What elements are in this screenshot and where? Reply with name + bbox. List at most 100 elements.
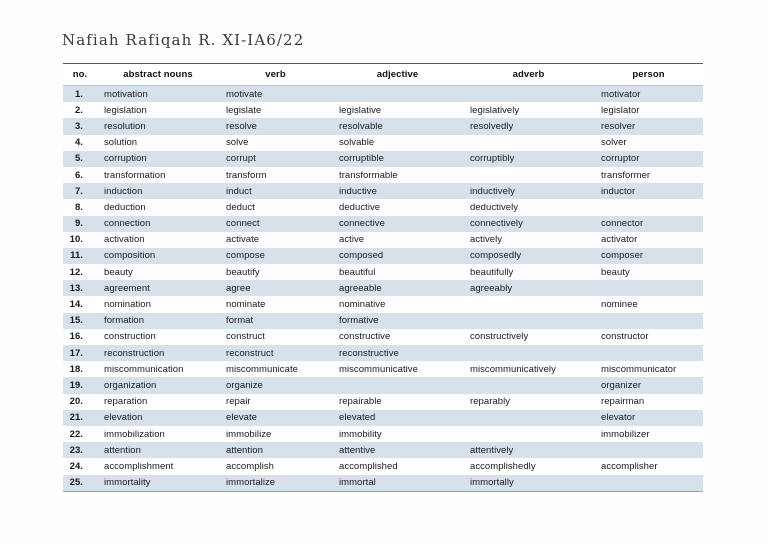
cell-adverb: constructively bbox=[463, 328, 594, 345]
cell-verb: corrupt bbox=[219, 150, 332, 167]
table-row: 16. construction construct constructive cons… bbox=[63, 328, 703, 345]
cell-person: inductor bbox=[594, 183, 703, 200]
cell-adjective: accomplished bbox=[332, 458, 463, 475]
cell-no: 8. bbox=[63, 199, 97, 216]
cell-person: composer bbox=[594, 247, 703, 265]
cell-person: corruptor bbox=[594, 150, 703, 167]
cell-no: 24. bbox=[63, 458, 97, 475]
cell-adverb: legislatively bbox=[463, 102, 594, 119]
cell-adjective: repairable bbox=[332, 393, 463, 410]
table-row: 23. attention attention attentive attentivel… bbox=[63, 442, 703, 459]
cell-person: immobilizer bbox=[594, 425, 703, 443]
cell-person bbox=[594, 199, 703, 216]
cell-verb: immortalize bbox=[219, 474, 332, 492]
cell-adverb bbox=[463, 312, 594, 329]
cell-person: accomplisher bbox=[594, 458, 703, 475]
cell-abstract-noun: legislation bbox=[97, 102, 219, 119]
cell-adjective: reconstructive bbox=[332, 345, 463, 362]
cell-verb: miscommunicate bbox=[219, 361, 332, 378]
cell-person: constructor bbox=[594, 328, 703, 345]
cell-no: 13. bbox=[63, 280, 97, 297]
cell-abstract-noun: construction bbox=[97, 328, 219, 345]
cell-verb: repair bbox=[219, 393, 332, 410]
table-row: 2. legislation legislate legislative legisla… bbox=[63, 102, 703, 119]
cell-abstract-noun: composition bbox=[97, 247, 219, 265]
table-row: 8. deduction deduct deductive deductively bbox=[63, 199, 703, 216]
cell-verb: construct bbox=[219, 328, 332, 345]
cell-adverb: resolvedly bbox=[463, 118, 594, 135]
cell-no: 3. bbox=[63, 118, 97, 135]
cell-no: 10. bbox=[63, 231, 97, 248]
cell-person bbox=[594, 312, 703, 329]
cell-no: 20. bbox=[63, 393, 97, 410]
cell-adverb: actively bbox=[463, 231, 594, 248]
cell-verb: reconstruct bbox=[219, 345, 332, 362]
cell-person bbox=[594, 474, 703, 492]
table-row: 12. beauty beautify beautiful beautifully bea… bbox=[63, 264, 703, 281]
cell-no: 1. bbox=[63, 85, 97, 103]
cell-verb: attention bbox=[219, 442, 332, 459]
table-row: 15. formation format formative bbox=[63, 312, 703, 329]
cell-adverb: inductively bbox=[463, 183, 594, 200]
cell-adverb bbox=[463, 134, 594, 151]
cell-adjective: miscommunicative bbox=[332, 361, 463, 378]
cell-abstract-noun: activation bbox=[97, 231, 219, 248]
cell-person: transformer bbox=[594, 166, 703, 184]
cell-person: miscommunicator bbox=[594, 361, 703, 378]
cell-adjective: elevated bbox=[332, 409, 463, 426]
table-row: 19. organization organize organizer bbox=[63, 377, 703, 394]
cell-adverb: immortally bbox=[463, 474, 594, 492]
table-row: 18. miscommunication miscommunicate miscomm… bbox=[63, 361, 703, 378]
table-row: 22. immobilization immobilize immobility imm… bbox=[63, 425, 703, 443]
cell-person: nominee bbox=[594, 296, 703, 313]
cell-person bbox=[594, 442, 703, 459]
cell-person: beauty bbox=[594, 264, 703, 281]
column-header-adverb: adverb bbox=[463, 63, 594, 86]
cell-person: motivator bbox=[594, 85, 703, 103]
table-row: 14. nomination nominate nominative nominee bbox=[63, 296, 703, 313]
cell-verb: elevate bbox=[219, 409, 332, 426]
page-title: Nafiah Rafiqah R. XI-IA6/22 bbox=[62, 31, 305, 49]
cell-abstract-noun: miscommunication bbox=[97, 361, 219, 378]
cell-verb: legislate bbox=[219, 102, 332, 119]
table-body: 1. motivation motivate motivator 2. legislati… bbox=[63, 85, 703, 492]
cell-verb: transform bbox=[219, 166, 332, 184]
cell-no: 2. bbox=[63, 102, 97, 119]
cell-abstract-noun: connection bbox=[97, 215, 219, 232]
cell-abstract-noun: motivation bbox=[97, 85, 219, 103]
cell-adjective: legislative bbox=[332, 102, 463, 119]
cell-abstract-noun: nomination bbox=[97, 296, 219, 313]
table-row: 17. reconstruction reconstruct reconstructi… bbox=[63, 345, 703, 362]
table-row: 13. agreement agree agreeable agreeably bbox=[63, 280, 703, 297]
table-row: 21. elevation elevate elevated elevator bbox=[63, 409, 703, 426]
cell-verb: solve bbox=[219, 134, 332, 151]
cell-verb: organize bbox=[219, 377, 332, 394]
table-row: 9. connection connect connective connectivel… bbox=[63, 215, 703, 232]
cell-adjective: immortal bbox=[332, 474, 463, 492]
cell-adverb: composedly bbox=[463, 247, 594, 265]
cell-adverb: corruptibly bbox=[463, 150, 594, 167]
column-header-verb: verb bbox=[219, 63, 332, 86]
cell-person: elevator bbox=[594, 409, 703, 426]
cell-adjective bbox=[332, 377, 463, 394]
cell-adverb bbox=[463, 425, 594, 443]
cell-no: 16. bbox=[63, 328, 97, 345]
cell-person bbox=[594, 280, 703, 297]
cell-abstract-noun: immobilization bbox=[97, 425, 219, 443]
cell-abstract-noun: deduction bbox=[97, 199, 219, 216]
cell-no: 21. bbox=[63, 409, 97, 426]
cell-person bbox=[594, 345, 703, 362]
cell-abstract-noun: attention bbox=[97, 442, 219, 459]
cell-adverb: connectively bbox=[463, 215, 594, 232]
cell-no: 7. bbox=[63, 183, 97, 200]
cell-adjective: composed bbox=[332, 247, 463, 265]
cell-adverb: agreeably bbox=[463, 280, 594, 297]
cell-adjective: nominative bbox=[332, 296, 463, 313]
cell-adjective: formative bbox=[332, 312, 463, 329]
cell-abstract-noun: agreement bbox=[97, 280, 219, 297]
cell-no: 17. bbox=[63, 345, 97, 362]
table-row: 11. composition compose composed composedly c… bbox=[63, 247, 703, 265]
cell-adverb: attentively bbox=[463, 442, 594, 459]
cell-adjective: agreeable bbox=[332, 280, 463, 297]
word-forms-table: no. abstract nouns verb adjective adverb… bbox=[63, 63, 703, 492]
